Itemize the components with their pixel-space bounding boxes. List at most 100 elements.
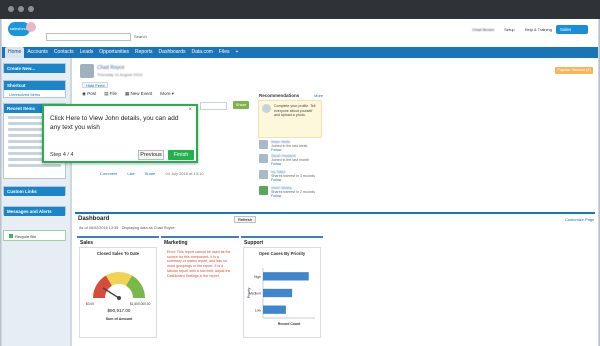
custom-links-panel: Custom Links <box>3 186 66 196</box>
window-minimize-dot[interactable] <box>18 6 24 12</box>
app-switcher-button[interactable]: Sales <box>556 25 588 34</box>
popular-session-badge[interactable]: Popular Session (2) <box>555 67 593 74</box>
recommendation-item: Sarah Howland Joined in the last month F… <box>259 154 323 166</box>
recent-item[interactable] <box>8 164 61 167</box>
file-action[interactable]: ▤ File <box>104 91 117 97</box>
more-action[interactable]: More ▾ <box>160 91 174 97</box>
support-chart-box[interactable]: Open Cases By Priority High Medium Low Reco… <box>243 247 321 338</box>
search-input[interactable] <box>46 33 131 41</box>
tab-dashboards[interactable]: Dashboards <box>156 47 189 58</box>
previous-button[interactable]: Previous <box>138 150 164 160</box>
sales-chart-title: Closed Sales To Date <box>96 251 140 256</box>
app-header: salesforce Search Chad Brown Setup Help … <box>2 19 598 47</box>
bar-low <box>263 305 286 314</box>
share-link[interactable]: Share <box>145 171 156 176</box>
guide-step-counter: Step 4 / 4 <box>50 152 74 158</box>
setup-link[interactable]: Setup <box>504 27 514 32</box>
new-event-action[interactable]: ▦ New Event <box>125 91 152 97</box>
category-label-high: High <box>254 275 261 279</box>
comment-link[interactable]: Comment <box>100 171 117 176</box>
bar-high <box>263 272 309 281</box>
help-link[interactable]: Help & Training <box>525 27 552 32</box>
sidebar <box>2 58 70 346</box>
x-axis-label: Record Count <box>278 322 301 326</box>
tab-reports[interactable]: Reports <box>132 47 156 58</box>
follow-button[interactable]: Follow <box>271 178 281 182</box>
search-button[interactable]: Search <box>134 33 147 41</box>
gauge-hub <box>117 296 121 300</box>
tab-data-com[interactable]: Data.com <box>189 47 216 58</box>
custom-links-header: Custom Links <box>4 187 65 196</box>
finish-button[interactable]: Finish <box>168 150 194 160</box>
browser-titlebar <box>0 0 600 19</box>
share-button[interactable]: Share <box>233 101 249 109</box>
guide-tooltip: × Click Here to View John details, you c… <box>42 104 198 163</box>
tab-accounts[interactable]: Accounts <box>24 47 51 58</box>
avatar[interactable] <box>259 140 268 149</box>
gauge-caption: Sum of Amount <box>106 317 133 321</box>
recycle-bin-panel[interactable]: Recycle Bin <box>3 230 66 241</box>
avatar[interactable] <box>259 154 268 163</box>
sales-chart-box[interactable]: Closed Sales To Date $0.00 $1,500,000.00… <box>79 247 157 338</box>
profile-name[interactable]: Chad Royce <box>97 65 125 71</box>
feed-actions: Comment Like Share 04 July 2016 at 13:10 <box>100 171 204 176</box>
recommendations-more-link[interactable]: More <box>314 93 323 98</box>
like-link[interactable]: Like <box>127 171 134 176</box>
follow-button[interactable]: Follow <box>271 162 281 166</box>
recommendation-item: Gwen Mosby Shares interest in 2 records … <box>259 186 323 198</box>
avatar[interactable] <box>259 186 268 195</box>
dashboard-as-of: As of 06/02/2016 13:35 · Displaying data… <box>79 226 175 230</box>
recommendation-item: Ivy Sales Shares interest in 3 records F… <box>259 170 323 182</box>
marketing-component: Error: This report cannot be used as the… <box>163 247 237 338</box>
marketing-error-text: Error: This report cannot be used as the… <box>167 250 231 278</box>
refresh-button[interactable]: Refresh <box>234 216 257 223</box>
follow-button[interactable]: Follow <box>271 194 281 198</box>
profile-photo-icon <box>262 104 271 113</box>
recycle-bin-icon <box>9 234 13 238</box>
tab-home[interactable]: Home <box>5 47 25 58</box>
create-new-dropdown[interactable]: Create New... <box>3 63 66 73</box>
tab-add[interactable]: + <box>232 47 241 58</box>
user-menu[interactable]: Chad Brown <box>472 27 494 32</box>
shortcut-header: Shortcut <box>4 81 65 90</box>
post-label: Post <box>87 91 97 96</box>
feed-timestamp: 04 July 2016 at 13:10 <box>165 171 204 176</box>
y-axis-label: Priority <box>247 287 251 298</box>
shortcut-panel: Shortcut Unresolved Items <box>3 80 66 98</box>
tab-files[interactable]: Files <box>216 47 233 58</box>
support-chart-title: Open Cases By Priority <box>258 251 306 256</box>
customize-page-link[interactable]: Customize Page <box>565 217 594 222</box>
gauge-max-label: $1,500,000.00 <box>130 302 151 306</box>
dashboard-title: Dashboard <box>78 216 110 222</box>
file-label: File <box>109 91 117 96</box>
window-close-dot[interactable] <box>8 6 14 12</box>
unresolved-items-link[interactable]: Unresolved Items <box>4 90 65 99</box>
close-icon[interactable]: × <box>188 107 192 113</box>
tab-bar: Home Accounts Contacts Leads Opportuniti… <box>2 47 598 58</box>
new-event-label: New Event <box>130 91 153 96</box>
avatar[interactable] <box>80 64 94 78</box>
more-label: More <box>160 91 171 96</box>
gauge-min-label: $0.00 <box>86 302 94 306</box>
tab-contacts[interactable]: Contacts <box>51 47 77 58</box>
window-maximize-dot[interactable] <box>28 6 34 12</box>
hide-feed-button[interactable]: Hide Feed <box>82 82 109 88</box>
tab-leads[interactable]: Leads <box>77 47 97 58</box>
messages-alerts-panel: Messages and Alerts <box>3 206 66 216</box>
profile-date: Thursday 11 August 2016 <box>97 72 143 77</box>
follow-button[interactable]: Follow <box>271 148 281 152</box>
post-input[interactable] <box>200 102 227 110</box>
sales-column: Sales Closed Sales To Date $0.00 $1,500,… <box>77 236 159 340</box>
recycle-bin-label: Recycle Bin <box>15 234 37 239</box>
avatar[interactable] <box>259 170 268 179</box>
complete-profile-text: Complete your profile. Tell everyone abo… <box>274 104 316 117</box>
post-action[interactable]: ◉ Post <box>82 91 96 97</box>
seasonal-logo-icon <box>26 22 36 32</box>
publisher-actions: ◉ Post ▤ File ▦ New Event More ▾ <box>82 91 174 97</box>
create-new-label: Create New... <box>4 64 65 73</box>
recycle-bin-link[interactable]: Recycle Bin <box>4 231 65 241</box>
support-column: Support Open Cases By Priority High Mediu… <box>241 236 323 340</box>
tab-opportunities[interactable]: Opportunities <box>96 47 132 58</box>
bar-medium <box>263 288 293 298</box>
messages-alerts-header: Messages and Alerts <box>4 207 65 216</box>
